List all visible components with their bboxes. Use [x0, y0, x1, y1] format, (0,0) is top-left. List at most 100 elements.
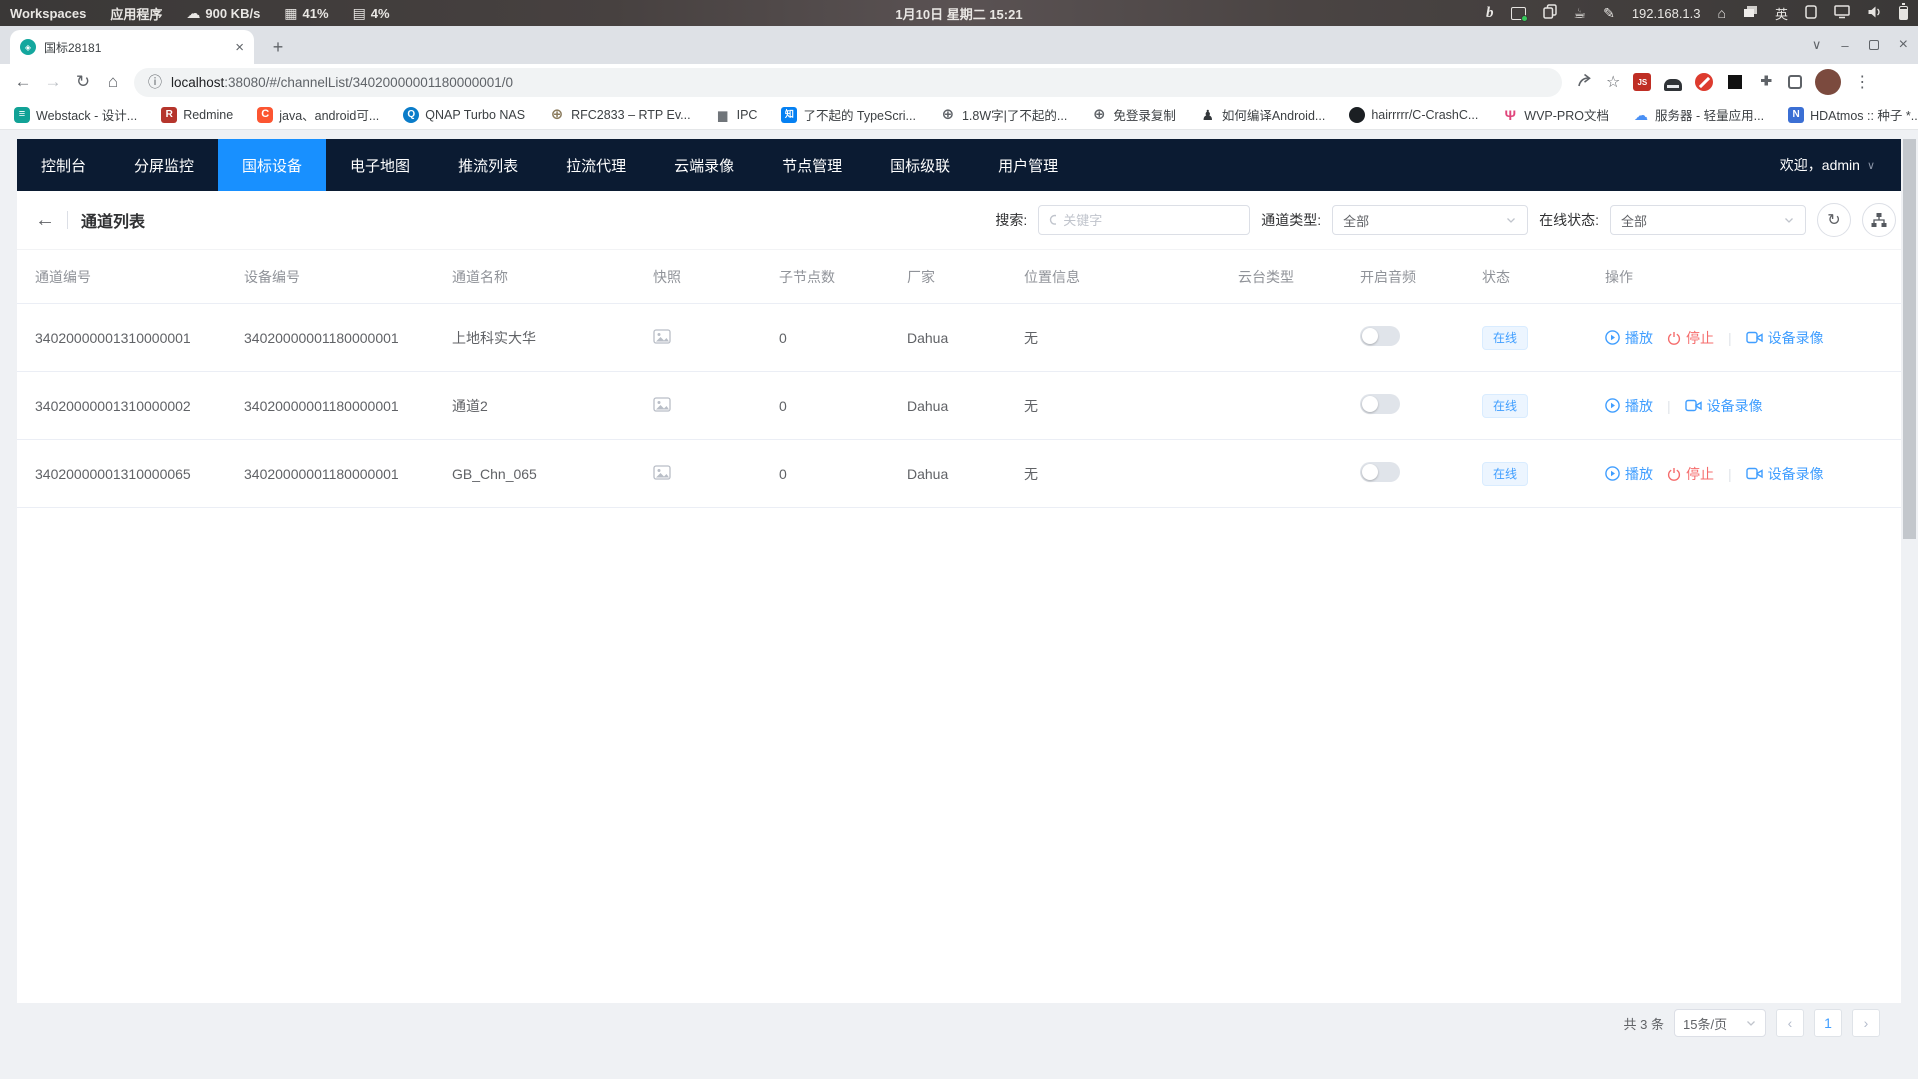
forward-button[interactable]: → — [38, 67, 68, 97]
tab-close-icon[interactable]: × — [235, 39, 244, 56]
color-picker-icon[interactable]: ✎ — [1603, 6, 1615, 20]
screen: Workspaces 应用程序 ☁ 900 KB/s ▦ 41% ▤ 4% 1月… — [0, 0, 1918, 1079]
audio-toggle[interactable] — [1360, 394, 1400, 414]
col-ptz-type: 云台类型 — [1220, 250, 1342, 304]
audio-toggle[interactable] — [1360, 326, 1400, 346]
device-record-button[interactable]: 设备录像 — [1746, 328, 1824, 348]
bookmark-github[interactable]: hairrrrr/C-CrashC... — [1349, 107, 1478, 123]
page-size-select[interactable]: 15条/页 — [1674, 1009, 1766, 1037]
device-tree-button[interactable] — [1862, 203, 1896, 237]
snapshot-image-icon[interactable] — [653, 399, 671, 415]
reload-button[interactable]: ↻ — [68, 67, 98, 97]
browser-tab[interactable]: ◈ 国标28181 × — [10, 30, 254, 64]
bookmark-cloud-server[interactable]: ☁服务器 - 轻量应用... — [1633, 105, 1764, 124]
bookmark-folder-ipc[interactable]: ▆IPC — [715, 107, 758, 123]
snapshot-image-icon[interactable] — [653, 467, 671, 483]
stop-button[interactable]: 停止 — [1667, 328, 1714, 348]
col-actions: 操作 — [1587, 250, 1901, 304]
next-page-button[interactable]: › — [1852, 1009, 1880, 1037]
reading-list-icon[interactable] — [1788, 75, 1802, 89]
bookmark-webstack[interactable]: ≡Webstack - 设计... — [14, 105, 137, 124]
windows-stack-icon[interactable] — [1743, 5, 1758, 21]
extension-hat-icon[interactable] — [1664, 79, 1682, 91]
audio-toggle[interactable] — [1360, 462, 1400, 482]
extension-js-icon[interactable]: JS — [1633, 73, 1651, 91]
bookmark-csdn[interactable]: Cjava、android可... — [257, 105, 379, 124]
col-channel-id: 通道编号 — [17, 250, 226, 304]
nav-item-pull-proxy[interactable]: 拉流代理 — [542, 139, 650, 191]
window-restore-icon[interactable] — [1869, 40, 1879, 50]
bookmark-hdatmos[interactable]: NHDAtmos :: 种子 *... — [1788, 105, 1918, 124]
bookmark-rfc2833[interactable]: ⊕RFC2833 – RTP Ev... — [549, 107, 691, 123]
bookmark-android-compile[interactable]: ♟如何编译Android... — [1200, 105, 1326, 124]
bookmark-zhihu-typescript[interactable]: 知了不起的 TypeScri... — [781, 105, 916, 124]
bing-tray-icon[interactable]: b — [1486, 5, 1494, 22]
extension-darkmode-icon[interactable] — [1726, 73, 1744, 91]
device-record-button[interactable]: 设备录像 — [1746, 464, 1824, 484]
nav-item-user-management[interactable]: 用户管理 — [974, 139, 1082, 191]
system-top-bar: Workspaces 应用程序 ☁ 900 KB/s ▦ 41% ▤ 4% 1月… — [0, 0, 1918, 26]
search-label: 搜索: — [995, 210, 1027, 230]
ip-address[interactable]: 192.168.1.3 — [1632, 6, 1701, 21]
prev-page-button[interactable]: ‹ — [1776, 1009, 1804, 1037]
stop-button[interactable]: 停止 — [1667, 464, 1714, 484]
address-bar[interactable]: ⓘ localhost:38080/#/channelList/34020000… — [134, 68, 1562, 97]
window-close-icon[interactable]: × — [1899, 36, 1908, 54]
back-arrow-button[interactable]: ← — [35, 209, 55, 232]
home-tray-icon[interactable]: ⌂ — [1718, 6, 1726, 20]
page-scrollbar[interactable] — [1903, 139, 1916, 539]
bookmark-wvp-docs[interactable]: ΨWVP-PRO文档 — [1502, 105, 1609, 124]
refresh-button[interactable]: ↻ — [1817, 203, 1851, 237]
nav-item-node-management[interactable]: 节点管理 — [758, 139, 866, 191]
current-page-button[interactable]: 1 — [1814, 1009, 1842, 1037]
nav-item-push-streams[interactable]: 推流列表 — [434, 139, 542, 191]
new-tab-button[interactable]: + — [266, 35, 290, 59]
tab-search-icon[interactable]: ∨ — [1812, 37, 1822, 53]
extension-blocker-icon[interactable] — [1695, 73, 1713, 91]
site-info-icon[interactable]: ⓘ — [148, 72, 162, 92]
play-button[interactable]: 播放 — [1605, 328, 1653, 348]
window-minimize-icon[interactable]: – — [1841, 38, 1848, 53]
nav-item-split-monitor[interactable]: 分屏监控 — [110, 139, 218, 191]
table-row: 34020000001310000065 3402000000118000000… — [17, 440, 1901, 508]
back-button[interactable]: ← — [8, 67, 38, 97]
clipboard-icon[interactable] — [1543, 4, 1557, 22]
play-button[interactable]: 播放 — [1605, 396, 1653, 416]
online-status-label: 在线状态: — [1539, 210, 1599, 230]
cell-actions: 播放 停止 | 设备录像 — [1587, 304, 1901, 372]
nav-item-emap[interactable]: 电子地图 — [326, 139, 434, 191]
snapshot-image-icon[interactable] — [653, 331, 671, 347]
volume-icon[interactable] — [1867, 5, 1882, 22]
bookmark-article[interactable]: ⊕1.8W字|了不起的... — [940, 105, 1067, 124]
workspaces-button[interactable]: Workspaces — [10, 6, 86, 21]
home-button[interactable]: ⌂ — [98, 67, 128, 97]
channel-type-select[interactable]: 全部 — [1332, 205, 1528, 235]
cell-audio — [1342, 372, 1464, 440]
input-language-indicator[interactable]: 英 — [1775, 4, 1788, 23]
profile-avatar[interactable] — [1815, 69, 1841, 95]
nav-item-national-devices[interactable]: 国标设备 — [218, 139, 326, 191]
applications-menu[interactable]: 应用程序 — [110, 4, 162, 23]
bookmark-star-icon[interactable]: ☆ — [1606, 72, 1620, 92]
user-menu[interactable]: 欢迎，admin ∨ — [1780, 139, 1901, 191]
nav-item-cloud-recording[interactable]: 云端录像 — [650, 139, 758, 191]
clock[interactable]: 1月10日 星期二 15:21 — [895, 4, 1022, 23]
bookmark-redmine[interactable]: RRedmine — [161, 107, 233, 123]
display-icon[interactable] — [1834, 5, 1850, 22]
bookmark-qnap[interactable]: QQNAP Turbo NAS — [403, 107, 525, 123]
play-button[interactable]: 播放 — [1605, 464, 1653, 484]
nav-item-cascade[interactable]: 国标级联 — [866, 139, 974, 191]
extensions-puzzle-icon[interactable] — [1757, 71, 1775, 94]
bookmark-copy-tool[interactable]: ⊕免登录复制 — [1091, 105, 1176, 124]
phone-sync-icon[interactable] — [1805, 5, 1817, 22]
browser-menu-icon[interactable]: ⋮ — [1854, 72, 1870, 92]
coffee-cup-icon[interactable]: ☕ — [1574, 6, 1587, 20]
cpu-usage-indicator: ▦ 41% — [284, 6, 328, 21]
share-icon[interactable] — [1576, 72, 1593, 93]
device-record-button[interactable]: 设备录像 — [1685, 396, 1763, 416]
nav-item-console[interactable]: 控制台 — [17, 139, 110, 191]
search-input[interactable] — [1063, 213, 1239, 228]
battery-icon[interactable] — [1899, 6, 1908, 20]
screenshot-tool-icon[interactable] — [1511, 7, 1526, 20]
online-status-select[interactable]: 全部 — [1610, 205, 1806, 235]
